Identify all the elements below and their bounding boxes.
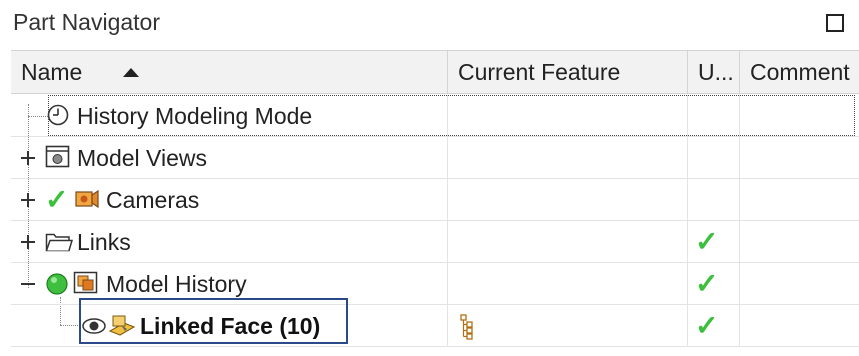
green-status-dot-icon (46, 273, 68, 295)
tree-row-cameras[interactable]: ✓ Cameras (11, 179, 859, 221)
expand-icon[interactable] (21, 235, 35, 249)
model-history-icon (73, 271, 98, 294)
sort-ascending-icon (123, 68, 139, 77)
focus-outline (48, 95, 855, 136)
expand-icon[interactable] (21, 151, 35, 165)
model-views-icon (45, 145, 70, 168)
u-check-icon: ✓ (695, 226, 719, 257)
column-header: Name Current Feature U... Comment (11, 50, 859, 94)
panel-titlebar: Part Navigator (0, 0, 859, 48)
u-check-icon: ✓ (695, 268, 719, 299)
tree-row-label: Model Views (77, 145, 207, 171)
feature-tree-icon (460, 314, 473, 340)
expand-icon[interactable] (21, 193, 35, 207)
column-comment-label: Comment (750, 59, 850, 85)
column-u-label: U... (698, 59, 734, 85)
column-current-feature[interactable]: Current Feature (448, 51, 688, 94)
camera-icon (75, 189, 99, 209)
visibility-check-icon[interactable]: ✓ (45, 186, 68, 214)
column-current-feature-label: Current Feature (458, 59, 621, 85)
column-comment[interactable]: Comment (740, 51, 859, 94)
maximize-icon[interactable] (826, 14, 844, 32)
folder-icon (45, 233, 73, 252)
panel-title: Part Navigator (13, 9, 161, 35)
tree-row-label: Links (77, 229, 131, 255)
column-u[interactable]: U... (688, 51, 740, 94)
tree-row-model-views[interactable]: Model Views (11, 137, 859, 179)
collapse-icon[interactable] (21, 277, 35, 291)
u-check-icon: ✓ (695, 310, 719, 341)
column-name[interactable]: Name (11, 51, 448, 94)
selection-highlight (79, 298, 348, 344)
tree-row-links[interactable]: Links ✓ (11, 221, 859, 263)
tree-row-label: Cameras (106, 187, 200, 213)
column-name-label: Name (21, 59, 83, 85)
